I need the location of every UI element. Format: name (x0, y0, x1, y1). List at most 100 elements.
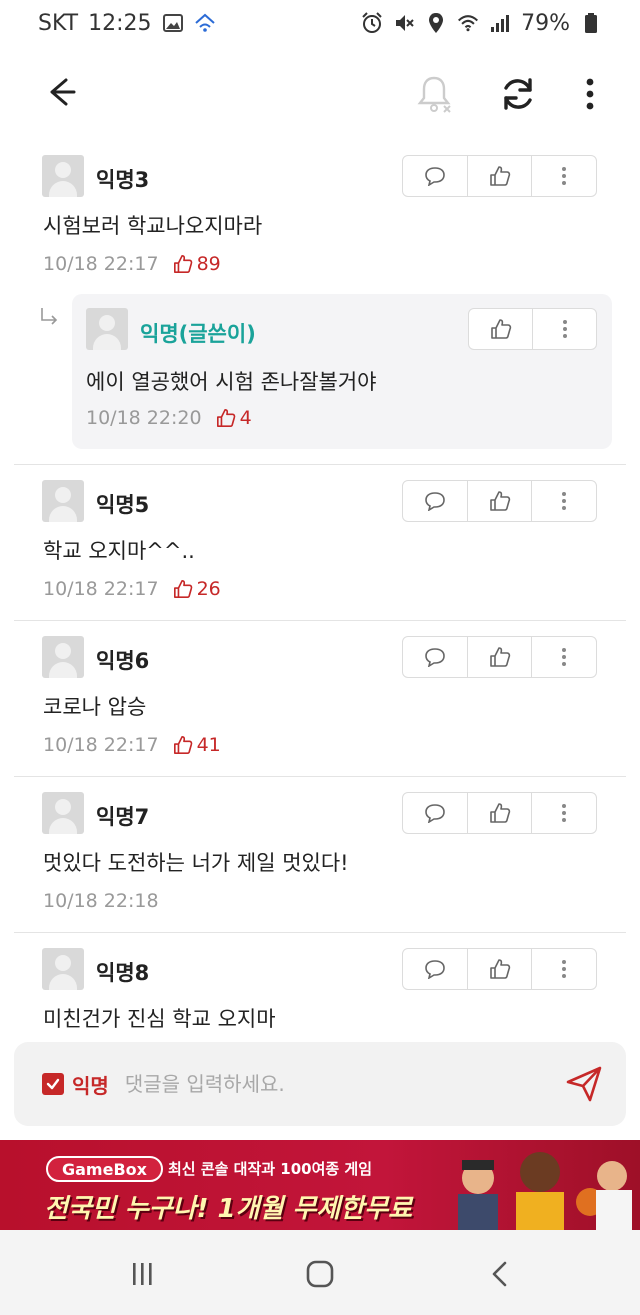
thumbs-up-icon (489, 166, 510, 186)
reply-item: 익명(글쓴이) 에이 열공했어 시험 존나잘볼거야 10/18 22:20 4 (72, 294, 612, 449)
like-button[interactable] (466, 793, 532, 833)
comment-menu-button[interactable] (531, 156, 596, 196)
like-button[interactable] (469, 309, 532, 349)
comment-meta: 10/18 22:20 4 (86, 407, 252, 429)
send-button[interactable] (564, 1064, 604, 1104)
avatar (42, 636, 84, 678)
comment-text: 에이 열공했어 시험 존나잘볼거야 (86, 370, 377, 394)
battery-icon (580, 12, 602, 34)
reply-actions (468, 308, 597, 350)
more-vertical-icon (562, 167, 567, 185)
thumbs-up-icon (173, 255, 192, 273)
home-button[interactable] (298, 1252, 342, 1296)
app-bar (0, 56, 640, 132)
comment-menu-button[interactable] (531, 949, 596, 989)
ad-brand: GameBox (46, 1156, 163, 1182)
reply-button[interactable] (403, 949, 467, 989)
comment-text: 학교 오지마^^.. (43, 539, 195, 563)
reply-button[interactable] (403, 481, 467, 521)
comment-actions (402, 792, 597, 834)
speech-bubble-icon (425, 492, 445, 511)
thumbs-up-icon (173, 580, 192, 598)
comment-author: 익명3 (96, 168, 150, 192)
home-icon (306, 1260, 334, 1288)
thumbs-up-icon (216, 409, 235, 427)
ad-banner[interactable]: GameBox 최신 콘솔 대작과 100여종 게임 전국민 누구나! 1개월 … (0, 1140, 640, 1230)
like-button[interactable] (466, 481, 532, 521)
battery-percent: 79% (521, 10, 570, 36)
back-button[interactable] (40, 72, 88, 116)
reply-arrow-icon (41, 308, 58, 325)
comment-text: 미친건가 진심 학교 오지마 (43, 1007, 276, 1031)
ad-subtitle: 최신 콘솔 대작과 100여종 게임 (168, 1160, 373, 1178)
more-options-button[interactable] (570, 72, 610, 116)
check-icon (46, 1078, 60, 1090)
avatar (86, 308, 128, 350)
more-vertical-icon (562, 804, 567, 822)
avatar (42, 792, 84, 834)
anonymous-label[interactable]: 익명 (72, 1070, 109, 1099)
avatar (42, 948, 84, 990)
comment-text: 멋있다 도전하는 너가 제일 멋있다! (43, 851, 349, 875)
reply-button[interactable] (403, 793, 467, 833)
like-count: 26 (173, 578, 221, 600)
divider (14, 776, 626, 777)
like-count: 41 (173, 734, 221, 756)
notification-toggle-button[interactable] (412, 72, 458, 116)
comment-meta: 10/18 22:17 26 (43, 578, 221, 600)
thumbs-up-icon (489, 959, 510, 979)
comment-actions (402, 155, 597, 197)
comment-author-writer: 익명(글쓴이) (140, 322, 256, 346)
like-button[interactable] (466, 637, 532, 677)
avatar (42, 480, 84, 522)
image-icon (162, 12, 184, 34)
reply-button[interactable] (403, 637, 467, 677)
clock: 12:25 (88, 10, 152, 36)
comment-text: 코로나 압승 (43, 695, 147, 719)
comment-menu-button[interactable] (531, 481, 596, 521)
more-vertical-icon (562, 492, 567, 510)
divider (14, 932, 626, 933)
comment-time: 10/18 22:17 (43, 734, 159, 756)
comment-text: 시험보러 학교나오지마라 (43, 214, 263, 238)
comment-actions (402, 636, 597, 678)
thumbs-up-icon (489, 647, 510, 667)
back-nav-button[interactable] (478, 1252, 522, 1296)
comment-menu-button[interactable] (531, 637, 596, 677)
like-button[interactable] (466, 949, 532, 989)
comment-author: 익명5 (96, 493, 150, 517)
divider (14, 620, 626, 621)
bell-off-icon (417, 76, 451, 113)
arrow-left-icon (50, 78, 76, 106)
more-vertical-icon (562, 320, 567, 338)
thumbs-up-icon (173, 736, 192, 754)
more-vertical-icon (562, 960, 567, 978)
signal-icon (489, 12, 511, 34)
refresh-button[interactable] (496, 72, 542, 116)
comment-input[interactable] (124, 1072, 525, 1096)
comment-time: 10/18 22:17 (43, 578, 159, 600)
like-button[interactable] (466, 156, 532, 196)
comment-author: 익명7 (96, 805, 150, 829)
comment-menu-button[interactable] (531, 793, 596, 833)
wifi-icon (457, 12, 479, 34)
comment-meta: 10/18 22:18 (43, 890, 159, 912)
comment-meta: 10/18 22:17 89 (43, 253, 221, 275)
reply-button[interactable] (403, 156, 467, 196)
carrier-label: SKT (38, 10, 79, 36)
chevron-left-icon (492, 1261, 507, 1287)
thumbs-up-icon (489, 491, 510, 511)
speech-bubble-icon (425, 167, 445, 186)
comment-menu-button[interactable] (532, 309, 596, 349)
anonymous-checkbox[interactable] (42, 1073, 64, 1095)
alarm-icon (361, 12, 383, 34)
system-nav-bar (0, 1230, 640, 1315)
ad-characters-image (458, 1152, 632, 1230)
status-bar: SKT 12:25 79% (0, 0, 640, 46)
thumbs-up-icon (490, 319, 511, 339)
comment-actions (402, 948, 597, 990)
more-vertical-icon (586, 78, 594, 110)
recent-apps-button[interactable] (120, 1252, 164, 1296)
comment-author: 익명8 (96, 961, 150, 985)
more-vertical-icon (562, 648, 567, 666)
